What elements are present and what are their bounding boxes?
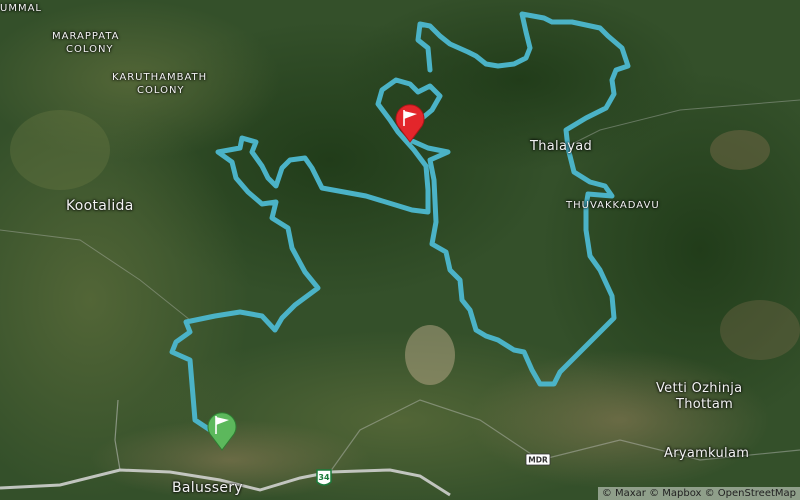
route-34-label: 34: [318, 473, 330, 482]
mdr-label: MDR: [528, 456, 548, 465]
label-karuthambath: KARUTHAMBATH: [112, 72, 208, 83]
label-vetti-ozhinja: Vetti Ozhinja: [656, 381, 743, 396]
label-aryamkulam: Aryamkulam: [664, 446, 750, 461]
label-ummal: UMMAL: [0, 3, 42, 14]
label-colony-2: COLONY: [137, 85, 185, 96]
map-attribution[interactable]: © Maxar © Mapbox © OpenStreetMap: [597, 487, 800, 500]
route-34-shield: 34: [316, 469, 332, 486]
label-thuvakkadavu: THUVAKKADAVU: [566, 200, 660, 211]
label-balussery: Balussery: [172, 480, 243, 496]
label-thalayad: Thalayad: [530, 139, 593, 154]
label-thottam: Thottam: [676, 397, 734, 412]
label-kootalida: Kootalida: [66, 198, 134, 214]
label-marappata: MARAPPATA: [52, 31, 120, 42]
label-colony-1: COLONY: [66, 44, 114, 55]
mdr-shield: MDR: [525, 453, 551, 466]
